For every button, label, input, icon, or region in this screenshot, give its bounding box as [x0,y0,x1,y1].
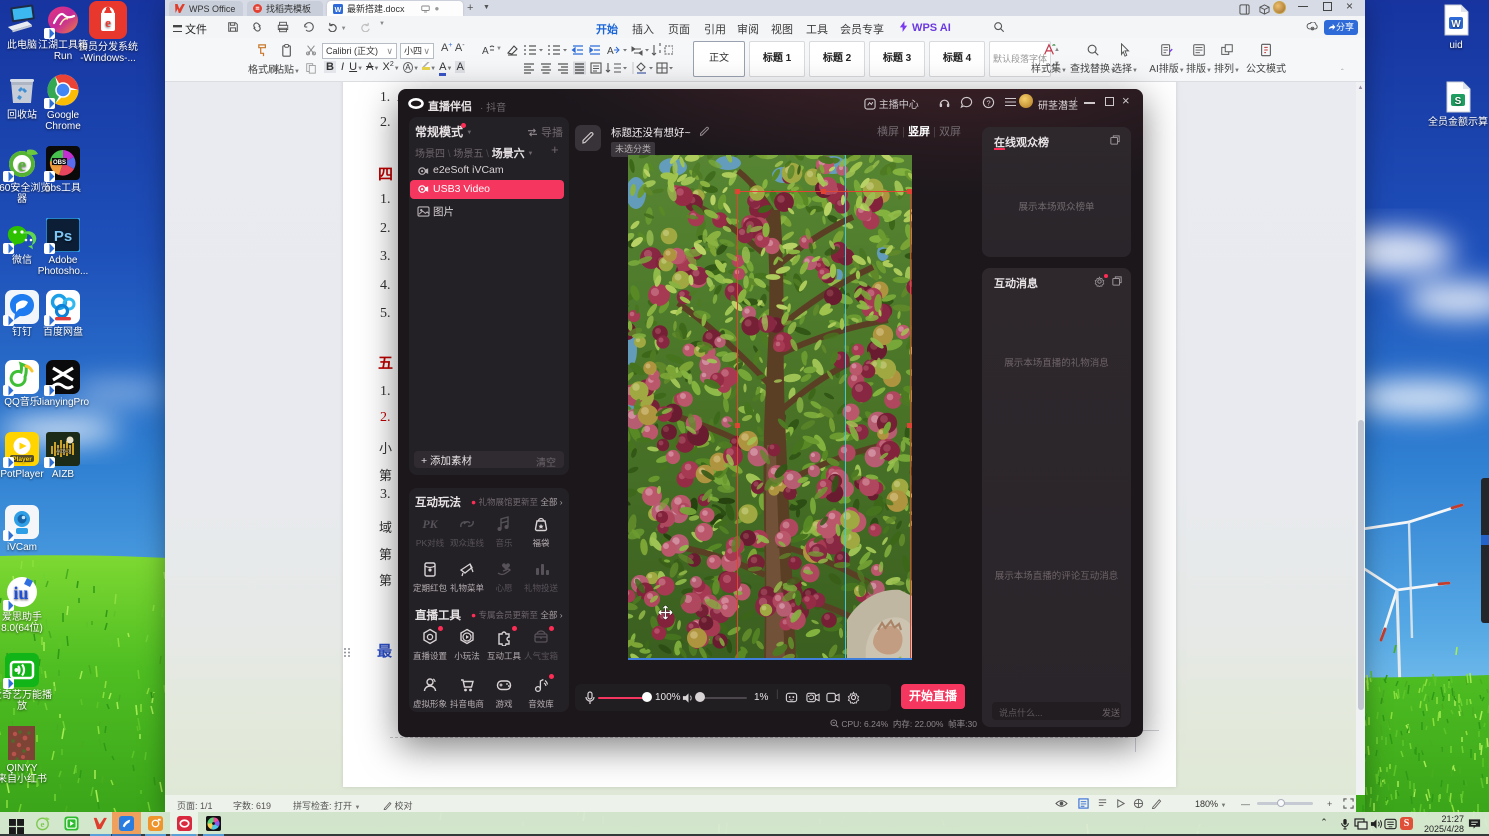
svg-text:Ps: Ps [54,228,72,245]
svg-text:S: S [1455,96,1462,107]
svg-text:AIZB-3: AIZB-3 [56,449,71,454]
svg-text:A: A [607,46,614,57]
svg-text:Player: Player [12,456,32,463]
svg-text:e: e [41,819,45,829]
svg-text:PK: PK [422,517,438,531]
svg-text:W: W [1451,19,1461,30]
svg-text:?: ? [986,98,990,107]
svg-text:A: A [482,46,489,56]
svg-text:e: e [18,155,26,176]
svg-text:OBS: OBS [53,160,66,166]
svg-text:W: W [335,5,342,13]
svg-text:e: e [105,15,111,30]
svg-text:iu: iu [13,583,28,603]
